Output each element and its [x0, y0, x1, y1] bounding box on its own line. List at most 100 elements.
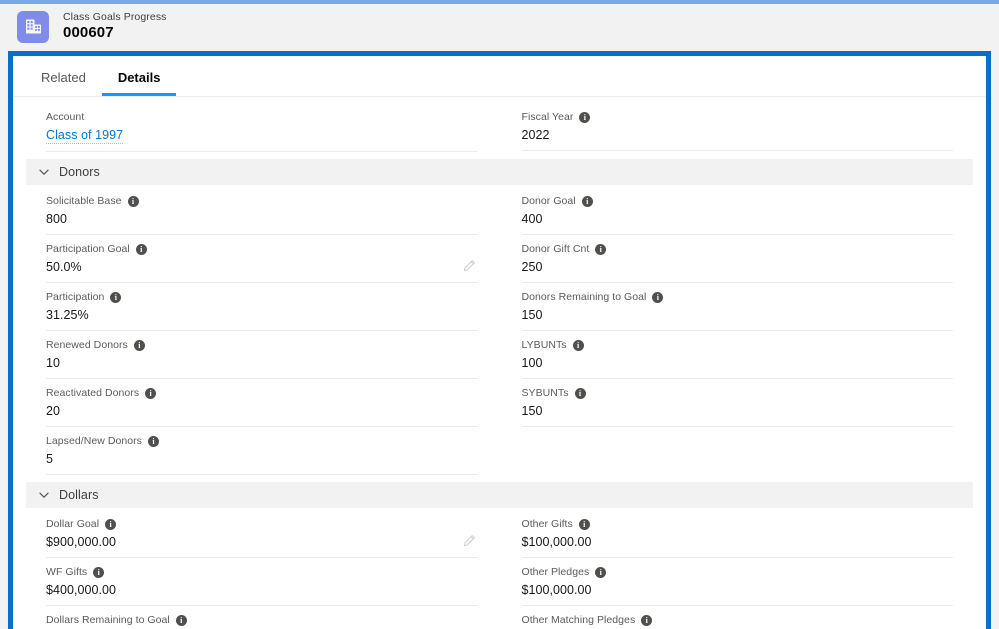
field-label-text: Lapsed/New Donors — [46, 435, 142, 447]
field-label-text: Other Gifts — [521, 518, 573, 530]
field-label: Dollars Remaining to Goal i — [46, 614, 478, 627]
field-row: Reactivated Donors i 20 — [46, 379, 478, 427]
field-column-right: Donor Goal i 400 Donor Gift Cnt i 250 Donors R… — [500, 187, 974, 475]
field-column-right: Fiscal Year i 2022 — [500, 103, 974, 152]
info-icon[interactable]: i — [133, 340, 145, 351]
field-grid-intro: Account Class of 1997 Fiscal Year i 2022 — [26, 103, 973, 152]
edit-pencil-icon[interactable] — [462, 534, 476, 548]
field-label: WF Gifts i — [46, 566, 478, 579]
field-value: 100 — [521, 356, 543, 370]
field-row: LYBUNTs i 100 — [521, 331, 954, 379]
field-row: Donor Gift Cnt i 250 — [521, 235, 954, 283]
field-row: Participation i 31.25% — [46, 283, 478, 331]
section-header-dollars[interactable]: Dollars — [26, 482, 973, 508]
field-value-link[interactable]: Class of 1997 — [46, 128, 124, 144]
field-column-left: Dollar Goal i $900,000.00 WF Gifts i $400,000… — [26, 510, 500, 628]
field-value: $400,000.00 — [46, 583, 117, 597]
field-column-right: Other Gifts i $100,000.00 Other Pledges i $10… — [500, 510, 974, 628]
field-label-text: SYBUNTs — [521, 387, 569, 399]
info-icon[interactable]: i — [175, 615, 187, 626]
field-row: Other Gifts i $100,000.00 — [521, 510, 954, 558]
field-value: 250 — [521, 260, 543, 274]
field-value: 150 — [521, 308, 543, 322]
info-icon[interactable]: i — [595, 567, 607, 578]
section-header-donors[interactable]: Donors — [26, 159, 973, 185]
field-value: $900,000.00 — [46, 535, 117, 549]
field-column-left: Solicitable Base i 800 Participation Goal i 5… — [26, 187, 500, 475]
info-icon[interactable]: i — [105, 519, 117, 530]
field-row: SYBUNTs i 150 — [521, 379, 954, 427]
info-icon[interactable]: i — [110, 292, 122, 303]
field-row: Donors Remaining to Goal i 150 — [521, 283, 954, 331]
field-label-text: WF Gifts — [46, 566, 88, 578]
record-tabs: Related Details — [14, 57, 985, 97]
field-label: Participation i — [46, 291, 478, 304]
field-label: Donors Remaining to Goal i — [522, 291, 954, 304]
field-label: Donor Goal i — [522, 195, 954, 208]
field-row: Lapsed/New Donors i 5 — [46, 427, 478, 475]
field-row: Dollar Goal i $900,000.00 — [46, 510, 478, 558]
field-label: SYBUNTs i — [522, 387, 954, 400]
field-row: Fiscal Year i 2022 — [521, 103, 953, 151]
info-icon[interactable]: i — [581, 196, 593, 207]
field-value: 5 — [46, 452, 54, 466]
field-row: Dollars Remaining to Goali$500,000.00 — [46, 606, 478, 628]
chevron-down-icon[interactable] — [38, 489, 50, 501]
info-icon[interactable]: i — [127, 196, 139, 207]
info-icon[interactable]: i — [93, 567, 105, 578]
field-value: 50.0% — [46, 260, 82, 274]
field-label-text: Other Pledges — [521, 566, 590, 578]
field-value: $100,000.00 — [521, 583, 592, 597]
field-value: 800 — [46, 212, 68, 226]
class-goals-progress-icon — [17, 10, 49, 43]
field-row: Renewed Donors i 10 — [46, 331, 478, 379]
field-label-text: Participation — [46, 291, 105, 303]
field-label: LYBUNTs i — [522, 339, 954, 352]
field-value: $100,000.00 — [521, 535, 592, 549]
field-label: Donor Gift Cnt i — [522, 243, 954, 256]
field-column-left: Account Class of 1997 — [26, 103, 500, 152]
field-label: Other Gifts i — [522, 518, 954, 531]
field-label: Reactivated Donors i — [46, 387, 478, 400]
field-row: Donor Goal i 400 — [521, 187, 954, 235]
page-title: 000607 — [63, 24, 114, 42]
chevron-down-icon[interactable] — [38, 166, 50, 178]
tab-details[interactable]: Details — [101, 60, 177, 96]
field-label: Other Matching Pledges i — [522, 614, 954, 627]
field-label: Dollar Goal i — [46, 518, 478, 531]
tab-related[interactable]: Related — [25, 60, 102, 96]
field-row: Other Matching Pledgesi$0.00 — [522, 606, 954, 628]
info-icon[interactable]: i — [578, 519, 590, 530]
field-label: Other Pledges i — [522, 566, 954, 579]
field-label: Account — [46, 111, 478, 124]
section-title: Dollars — [59, 488, 99, 502]
field-row: WF Gifts i $400,000.00 — [46, 558, 478, 606]
info-icon[interactable]: i — [595, 244, 607, 255]
field-label-text: LYBUNTs — [521, 339, 567, 351]
field-label-text: Fiscal Year — [521, 111, 574, 123]
info-icon[interactable]: i — [641, 615, 653, 626]
info-icon[interactable]: i — [652, 292, 664, 303]
field-grid-dollars: Dollar Goal i $900,000.00 WF Gifts i $400,000… — [26, 510, 974, 628]
section-title: Donors — [59, 165, 100, 179]
details-panel: Account Class of 1997 Fiscal Year i 2022 Dono… — [14, 97, 985, 628]
field-value: 400 — [521, 212, 543, 226]
field-label-text: Donor Gift Cnt — [521, 243, 590, 255]
field-value: 10 — [46, 356, 61, 370]
field-value: 2022 — [521, 128, 550, 142]
field-label: Solicitable Base i — [46, 195, 478, 208]
field-label-text: Dollar Goal — [46, 518, 100, 530]
field-value: 150 — [521, 404, 543, 418]
info-icon[interactable]: i — [572, 340, 584, 351]
info-icon[interactable]: i — [145, 388, 157, 399]
record-card: Related Details Account Class of 1997 Fisc… — [8, 51, 991, 629]
record-type-label: Class Goals Progress — [63, 11, 167, 24]
info-icon[interactable]: i — [579, 112, 591, 123]
field-value: 20 — [46, 404, 61, 418]
info-icon[interactable]: i — [135, 244, 147, 255]
field-label-text: Reactivated Donors — [46, 387, 140, 399]
field-label-text: Solicitable Base — [46, 195, 122, 207]
info-icon[interactable]: i — [148, 436, 159, 447]
edit-pencil-icon[interactable] — [462, 259, 476, 273]
info-icon[interactable]: i — [574, 388, 586, 399]
